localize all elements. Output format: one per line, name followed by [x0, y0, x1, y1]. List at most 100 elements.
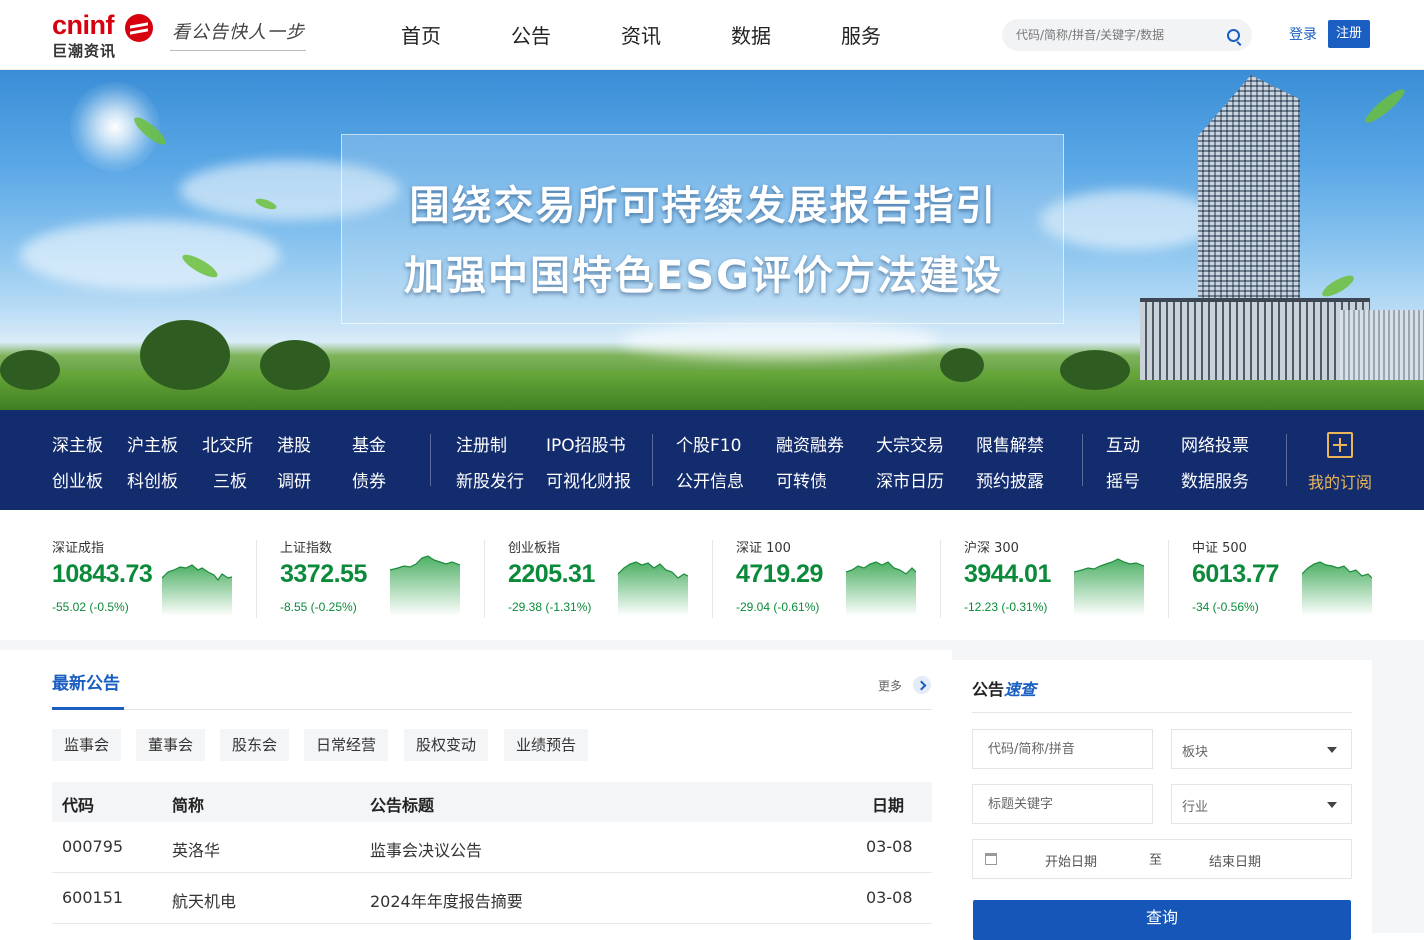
board-select[interactable]: 板块 — [1171, 729, 1352, 769]
calendar-icon — [985, 853, 997, 865]
quick-link-scheduled-disclosure[interactable]: 预约披露 — [976, 467, 1044, 492]
quick-link-public-info[interactable]: 公开信息 — [676, 467, 744, 492]
filter-tag[interactable]: 董事会 — [136, 729, 206, 761]
cell-name: 航天机电 — [172, 892, 237, 911]
nav-data[interactable]: 数据 — [696, 0, 806, 70]
filter-tag[interactable]: 业绩预告 — [504, 729, 589, 761]
index-change: -55.02 (-0.5%) — [52, 600, 129, 614]
quick-link-neeq[interactable]: 三板 — [213, 467, 247, 492]
index-card[interactable]: 沪深 300 3944.01 -12.23 (-0.31%) — [964, 510, 1192, 640]
index-name: 上证指数 — [280, 541, 333, 556]
nav-announcements[interactable]: 公告 — [476, 0, 586, 70]
table-row[interactable]: 600151 航天机电 2024年年度报告摘要 03-08 — [52, 873, 932, 924]
index-card[interactable]: 创业板指 2205.31 -29.38 (-1.31%) — [508, 510, 736, 640]
quick-link-new-issues[interactable]: 新股发行 — [456, 467, 524, 492]
nav-services[interactable]: 服务 — [806, 0, 916, 70]
quick-link-data-service[interactable]: 数据服务 — [1181, 467, 1249, 492]
title-keyword-input[interactable] — [973, 785, 1152, 823]
index-value: 10843.73 — [52, 560, 153, 588]
quick-link-unlock[interactable]: 限售解禁 — [976, 431, 1044, 456]
more-link[interactable]: 更多 — [878, 677, 902, 694]
cell-date: 03-08 — [866, 888, 913, 907]
search-icon[interactable] — [1227, 29, 1240, 42]
quick-link-lottery[interactable]: 摇号 — [1106, 467, 1140, 492]
quick-link-research[interactable]: 调研 — [277, 467, 311, 492]
announcement-quick-search: 公告速查 板块 行业 开始日期 至 结束日期 查询 — [952, 660, 1372, 940]
board-select-value: 板块 — [1182, 745, 1209, 760]
quick-link-sz-calendar[interactable]: 深市日历 — [876, 467, 944, 492]
cloud — [20, 220, 280, 290]
query-button[interactable]: 查询 — [973, 900, 1351, 940]
login-link[interactable]: 登录 — [1289, 24, 1317, 44]
slogan-underline — [170, 50, 306, 51]
nav-home[interactable]: 首页 — [366, 0, 476, 70]
cninfo-logo[interactable]: cninf 巨潮资讯 — [52, 10, 154, 60]
quick-link-interaction[interactable]: 互动 — [1106, 431, 1140, 456]
cell-code: 600151 — [62, 888, 124, 907]
subscribe-add-icon[interactable] — [1327, 432, 1353, 458]
index-name: 中证 500 — [1192, 541, 1247, 556]
quick-link-bond[interactable]: 债券 — [352, 467, 386, 492]
caret-down-icon — [1327, 802, 1337, 808]
divider — [484, 540, 485, 618]
tree — [140, 320, 230, 390]
tree — [260, 340, 330, 390]
filter-tag[interactable]: 股权变动 — [404, 729, 489, 761]
filter-tag[interactable]: 日常经营 — [304, 729, 389, 761]
index-sparkline — [1302, 561, 1372, 616]
chevron-right-icon[interactable] — [913, 676, 931, 694]
column-header: 代码 — [62, 796, 95, 815]
table-row[interactable]: 000795 英洛华 监事会决议公告 03-08 — [52, 822, 932, 873]
panel-title-a: 公告 — [972, 680, 1005, 699]
quick-link-ipo-prospectus[interactable]: IPO招股书 — [546, 431, 626, 456]
quick-link-hk[interactable]: 港股 — [277, 431, 311, 456]
index-value: 6013.77 — [1192, 560, 1279, 588]
date-range-picker[interactable]: 开始日期 至 结束日期 — [972, 839, 1352, 879]
quick-link-fund[interactable]: 基金 — [352, 431, 386, 456]
keyword-field-wrap — [972, 784, 1153, 824]
start-date-field[interactable]: 开始日期 — [1045, 851, 1097, 870]
index-sparkline — [162, 564, 232, 616]
filter-tag[interactable]: 监事会 — [52, 729, 122, 761]
quick-link-f10[interactable]: 个股F10 — [676, 431, 741, 456]
panel-title-b: 速查 — [1004, 680, 1037, 699]
end-date-field[interactable]: 结束日期 — [1209, 851, 1261, 870]
register-button[interactable]: 注册 — [1328, 20, 1370, 48]
search-input[interactable] — [1016, 19, 1216, 51]
column-header: 简称 — [172, 796, 205, 815]
index-card[interactable]: 深证成指 10843.73 -55.02 (-0.5%) — [52, 510, 280, 640]
index-name: 沪深 300 — [964, 541, 1019, 556]
quick-link-block-trade[interactable]: 大宗交易 — [876, 431, 944, 456]
quick-link-online-vote[interactable]: 网络投票 — [1181, 431, 1249, 456]
index-card[interactable]: 深证 100 4719.29 -29.04 (-0.61%) — [736, 510, 964, 640]
index-sparkline — [846, 561, 916, 616]
index-card[interactable]: 中证 500 6013.77 -34 (-0.56%) — [1192, 510, 1420, 640]
site-search — [1002, 19, 1252, 51]
nav-news[interactable]: 资讯 — [586, 0, 696, 70]
market-quick-nav: 深主板 沪主板 北交所 港股 基金 创业板 科创板 三板 调研 债券 注册制 I… — [0, 410, 1424, 510]
filter-tag[interactable]: 股东会 — [220, 729, 290, 761]
my-subscription-link[interactable]: 我的订阅 — [1308, 469, 1372, 493]
index-card[interactable]: 上证指数 3372.55 -8.55 (-0.25%) — [280, 510, 508, 640]
quick-link-margin[interactable]: 融资融券 — [776, 431, 844, 456]
quick-link-star[interactable]: 科创板 — [127, 467, 178, 492]
leaf-decoration — [1319, 271, 1357, 301]
hero-banner[interactable]: 围绕交易所可持续发展报告指引 加强中国特色ESG评价方法建设 — [0, 70, 1424, 410]
date-range-separator: 至 — [1149, 853, 1163, 868]
index-name: 深证 100 — [736, 541, 791, 556]
cell-title[interactable]: 监事会决议公告 — [370, 837, 482, 861]
cell-date: 03-08 — [866, 837, 913, 856]
quick-link-sh-main[interactable]: 沪主板 — [127, 431, 178, 456]
quick-link-convertible[interactable]: 可转债 — [776, 467, 827, 492]
index-change: -8.55 (-0.25%) — [280, 600, 357, 614]
main-nav: 首页 公告 资讯 数据 服务 — [366, 0, 916, 70]
industry-select[interactable]: 行业 — [1171, 784, 1352, 824]
office-podium — [1140, 298, 1370, 380]
quick-link-sz-main[interactable]: 深主板 — [52, 431, 103, 456]
quick-link-chinext[interactable]: 创业板 — [52, 467, 103, 492]
quick-link-bse[interactable]: 北交所 — [202, 431, 253, 456]
cell-title[interactable]: 2024年年度报告摘要 — [370, 888, 523, 912]
code-input[interactable] — [973, 730, 1152, 768]
quick-link-registration[interactable]: 注册制 — [456, 431, 507, 456]
quick-link-visual-financials[interactable]: 可视化财报 — [546, 467, 631, 492]
